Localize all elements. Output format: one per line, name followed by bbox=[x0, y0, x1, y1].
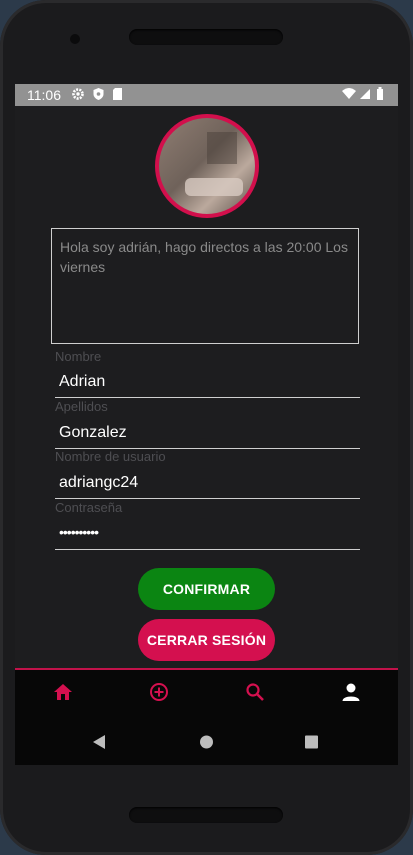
nav-add[interactable] bbox=[111, 670, 206, 718]
username-field[interactable]: adriangc24 bbox=[59, 474, 138, 492]
front-camera bbox=[70, 34, 80, 44]
recents-icon[interactable] bbox=[304, 734, 319, 755]
username-underline bbox=[55, 498, 360, 499]
surname-field[interactable]: Gonzalez bbox=[59, 424, 127, 442]
bio-textarea[interactable]: Hola soy adrián, hago directos a las 20:… bbox=[51, 228, 359, 344]
username-label: Nombre de usuario bbox=[55, 449, 166, 464]
logout-button[interactable]: CERRAR SESIÓN bbox=[138, 619, 275, 661]
confirm-button[interactable]: CONFIRMAR bbox=[138, 568, 275, 610]
nav-profile[interactable] bbox=[303, 670, 398, 718]
bottom-navigation bbox=[15, 668, 398, 720]
search-icon bbox=[245, 682, 265, 707]
person-icon bbox=[341, 682, 361, 707]
system-navigation-bar bbox=[15, 718, 398, 765]
name-underline bbox=[55, 397, 360, 398]
name-label: Nombre bbox=[55, 349, 102, 364]
app-screen: 11:06 Hola soy adrián, hago directos a l… bbox=[15, 84, 398, 765]
wifi-icon bbox=[341, 86, 357, 107]
add-circle-icon bbox=[149, 682, 169, 707]
password-label: Contraseña bbox=[55, 500, 123, 515]
home-icon bbox=[53, 683, 73, 706]
battery-icon bbox=[376, 86, 384, 107]
avatar-photo-detail bbox=[185, 178, 243, 196]
avatar-photo-detail bbox=[207, 132, 237, 164]
signal-icon bbox=[359, 86, 371, 107]
status-bar: 11:06 bbox=[15, 84, 398, 106]
surname-label: Apellidos bbox=[55, 399, 108, 414]
name-field[interactable]: Adrian bbox=[59, 373, 105, 391]
home-circle-icon[interactable] bbox=[199, 734, 214, 755]
status-time: 11:06 bbox=[27, 87, 61, 103]
password-underline bbox=[55, 549, 360, 550]
shield-icon bbox=[92, 86, 105, 107]
sd-card-icon bbox=[112, 86, 123, 107]
nav-search[interactable] bbox=[207, 670, 302, 718]
back-icon[interactable] bbox=[92, 734, 106, 755]
phone-frame: 11:06 Hola soy adrián, hago directos a l… bbox=[0, 0, 413, 855]
top-speaker bbox=[129, 29, 283, 45]
bottom-speaker bbox=[129, 807, 283, 823]
password-field[interactable]: •••••••••• bbox=[59, 524, 99, 540]
gear-icon bbox=[71, 86, 85, 107]
nav-home[interactable] bbox=[15, 670, 110, 718]
profile-avatar[interactable] bbox=[155, 114, 259, 218]
